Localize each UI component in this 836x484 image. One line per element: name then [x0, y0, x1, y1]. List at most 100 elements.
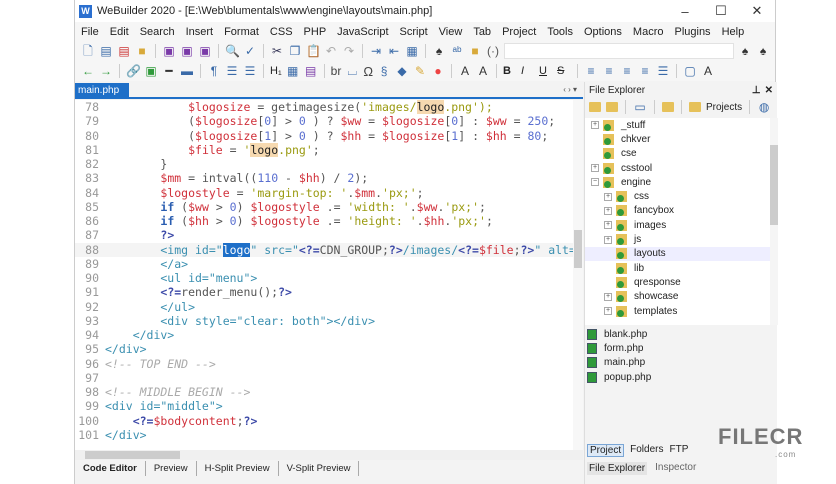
- menu-item-javascript[interactable]: JavaScript: [337, 26, 388, 38]
- new-file-icon[interactable]: 🗋: [81, 44, 95, 58]
- br-button[interactable]: br: [331, 64, 342, 78]
- script-icon[interactable]: §: [377, 64, 391, 78]
- menu-item-format[interactable]: Format: [224, 26, 259, 38]
- box-icon[interactable]: ▢: [683, 64, 697, 78]
- search-icon[interactable]: 🔍: [225, 44, 240, 58]
- code-snippet-icon[interactable]: (·): [486, 44, 500, 58]
- back-arrow-icon[interactable]: ←: [81, 64, 95, 78]
- panel-close-icon[interactable]: ✕: [765, 85, 773, 96]
- tree-item-cse[interactable]: cse: [585, 147, 770, 161]
- view-tab-h-split-preview[interactable]: H-Split Preview: [197, 461, 279, 476]
- image-icon[interactable]: ▣: [144, 64, 158, 78]
- strike-button[interactable]: S: [557, 65, 571, 77]
- new-html-icon[interactable]: ▤: [99, 44, 113, 58]
- outdent-icon[interactable]: ⇤: [387, 44, 401, 58]
- tree-item-images[interactable]: + images: [585, 218, 770, 232]
- save-all-icon[interactable]: ▣: [180, 44, 194, 58]
- menu-item-macro[interactable]: Macro: [633, 26, 664, 38]
- cut-icon[interactable]: ✂: [270, 44, 284, 58]
- menu-item-options[interactable]: Options: [584, 26, 622, 38]
- link-icon[interactable]: 🔗: [126, 64, 141, 78]
- hr-icon[interactable]: ━: [162, 64, 176, 78]
- view-icon[interactable]: ▭: [633, 100, 647, 114]
- expand-toggle-icon[interactable]: +: [604, 221, 612, 230]
- pin-icon[interactable]: ⊥: [752, 85, 761, 96]
- menu-item-php[interactable]: PHP: [304, 26, 327, 38]
- tree-item-stuff[interactable]: + _stuff: [585, 118, 770, 132]
- maximize-button[interactable]: ☐: [703, 3, 739, 19]
- file-item[interactable]: form.php: [587, 341, 651, 355]
- tree-item-js[interactable]: + js: [585, 232, 770, 246]
- find-prev-icon[interactable]: ♠: [738, 44, 752, 58]
- new-folder-icon[interactable]: [606, 102, 618, 112]
- nbsp-icon[interactable]: ⌴: [345, 64, 359, 78]
- expand-toggle-icon[interactable]: +: [591, 164, 599, 173]
- binoculars-icon[interactable]: ♠: [432, 44, 446, 58]
- tree-item-qresponse[interactable]: qresponse: [585, 275, 770, 289]
- copy-icon[interactable]: ❐: [288, 44, 302, 58]
- italic-button[interactable]: I: [521, 65, 535, 77]
- menu-item-search[interactable]: Search: [140, 26, 175, 38]
- expand-toggle-icon[interactable]: +: [604, 307, 612, 315]
- menu-item-project[interactable]: Project: [502, 26, 536, 38]
- justify-icon[interactable]: ≡: [638, 64, 652, 78]
- scroll-thumb[interactable]: [770, 145, 778, 225]
- folder-up-icon[interactable]: [589, 102, 601, 112]
- comment-icon[interactable]: ▬: [180, 64, 194, 78]
- expand-toggle-icon[interactable]: +: [604, 192, 612, 201]
- color-icon[interactable]: ●: [431, 64, 445, 78]
- open-folder-icon[interactable]: ■: [135, 44, 149, 58]
- menu-item-view[interactable]: View: [439, 26, 463, 38]
- quick-search-input[interactable]: [504, 43, 734, 59]
- special-char-button[interactable]: Ω: [363, 64, 373, 79]
- tree-item-chkver[interactable]: chkver: [585, 132, 770, 146]
- ordered-list-icon[interactable]: ☰: [243, 64, 257, 78]
- menu-item-file[interactable]: File: [81, 26, 99, 38]
- tree-scrollbar[interactable]: [770, 118, 778, 325]
- scroll-thumb[interactable]: [574, 230, 582, 268]
- tree-item-csstool[interactable]: + csstool: [585, 161, 770, 175]
- indent-icon[interactable]: ⇥: [369, 44, 383, 58]
- forward-arrow-icon[interactable]: →: [99, 64, 113, 78]
- bold-button[interactable]: B: [503, 65, 517, 77]
- view-tab-preview[interactable]: Preview: [146, 461, 197, 476]
- menu-item-script[interactable]: Script: [400, 26, 428, 38]
- minimize-button[interactable]: –: [667, 4, 703, 19]
- expand-toggle-icon[interactable]: +: [591, 121, 599, 130]
- expand-toggle-icon[interactable]: −: [591, 178, 599, 187]
- tab-main-php[interactable]: main.php ✕: [75, 83, 129, 112]
- paragraph-icon[interactable]: ¶: [207, 64, 221, 78]
- expand-toggle-icon[interactable]: +: [604, 235, 612, 244]
- tree-item-showcase[interactable]: + showcase: [585, 290, 770, 304]
- save-as-icon[interactable]: ▣: [198, 44, 212, 58]
- paste-icon[interactable]: 📋: [306, 44, 321, 58]
- tab-nav-arrows[interactable]: ‹ › ▾: [563, 85, 577, 94]
- tree-item-lib[interactable]: lib: [585, 261, 770, 275]
- menu-item-help[interactable]: Help: [722, 26, 745, 38]
- underline-button[interactable]: U: [539, 65, 553, 77]
- window-icon[interactable]: ▦: [405, 44, 419, 58]
- tag-icon[interactable]: ◆: [395, 64, 409, 78]
- align-left-icon[interactable]: ≡: [584, 64, 598, 78]
- align-center-icon[interactable]: ≡: [602, 64, 616, 78]
- globe-icon[interactable]: ◍: [757, 100, 771, 114]
- replace-icon[interactable]: ᵃᵇ: [450, 44, 464, 58]
- tree-item-engine[interactable]: − engine: [585, 175, 770, 189]
- panel-tab-ftp[interactable]: FTP: [669, 444, 688, 457]
- view-tab-v-split-preview[interactable]: V-Split Preview: [279, 461, 360, 476]
- undo-icon[interactable]: ↶: [324, 44, 338, 58]
- panel-tab-project[interactable]: Project: [587, 444, 625, 457]
- tree-item-layouts[interactable]: layouts: [585, 246, 770, 261]
- menu-item-css[interactable]: CSS: [270, 26, 293, 38]
- list-icon[interactable]: ☰: [225, 64, 239, 78]
- menu-item-tools[interactable]: Tools: [547, 26, 573, 38]
- menu-item-tab[interactable]: Tab: [473, 26, 491, 38]
- scroll-thumb[interactable]: [85, 451, 180, 459]
- expand-toggle-icon[interactable]: +: [604, 292, 612, 301]
- folder-menu-icon[interactable]: [662, 102, 674, 112]
- project-icon[interactable]: ■: [468, 44, 482, 58]
- code-editor[interactable]: 78 $logosize = getimagesize('images/logo…: [75, 100, 583, 450]
- line-spacing-icon[interactable]: ☰: [656, 64, 670, 78]
- text-color-icon[interactable]: A: [701, 64, 715, 78]
- font-size-up-icon[interactable]: A: [458, 64, 472, 78]
